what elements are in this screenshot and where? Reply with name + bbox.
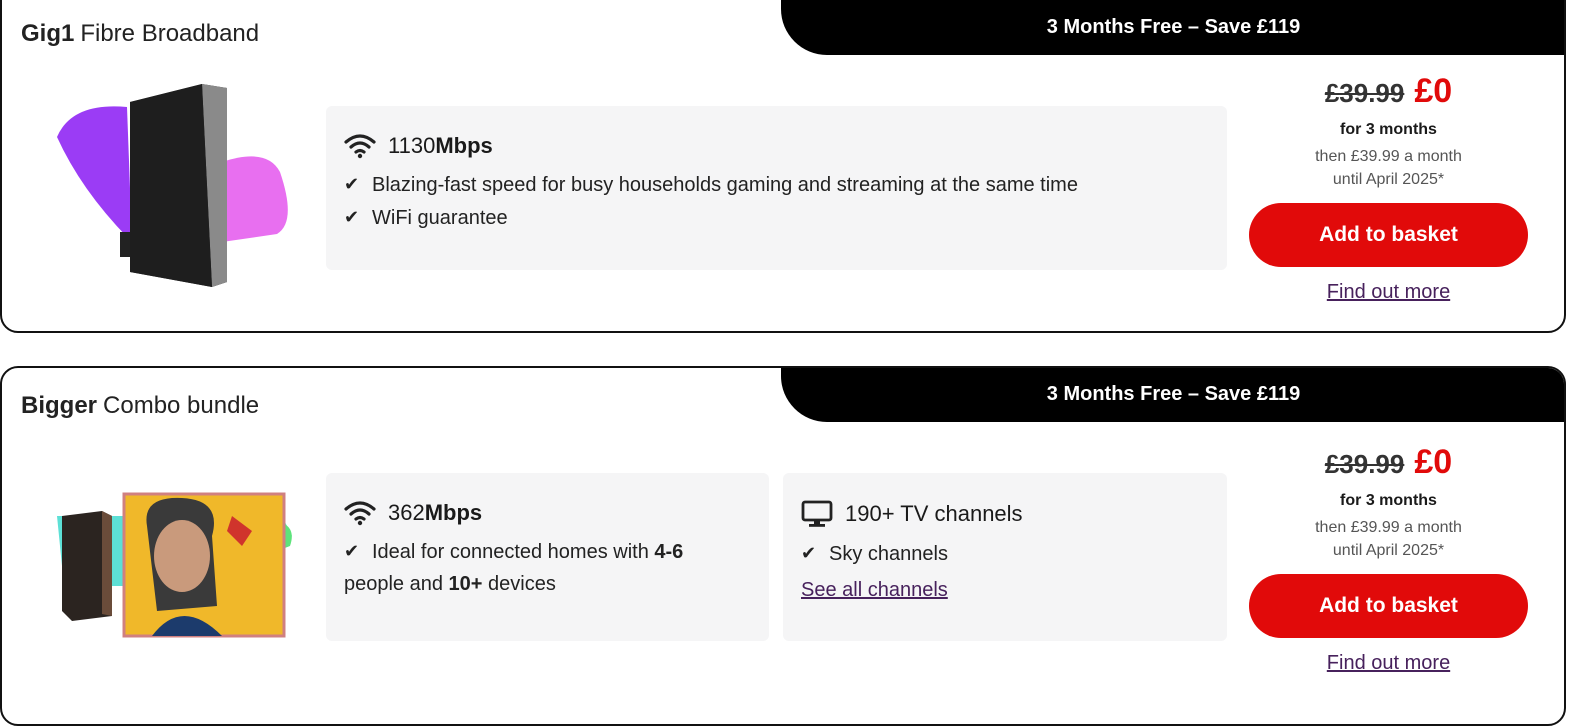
feature-text: people and 10+ devices — [344, 573, 556, 595]
feature-text: WiFi guarantee — [372, 207, 508, 229]
feature-text: Blazing-fast speed for busy households g… — [372, 174, 1078, 196]
offer-duration: for 3 months — [1340, 492, 1437, 509]
find-out-more-link[interactable]: Find out more — [1327, 652, 1450, 675]
price-row: £39.99 £0 — [1249, 72, 1528, 111]
broadband-features: 362Mbps ✔ Ideal for connected homes with… — [326, 473, 769, 641]
check-icon: ✔ — [344, 207, 360, 227]
router-and-tv-image — [57, 492, 292, 638]
add-to-basket-button[interactable]: Add to basket — [1249, 574, 1528, 638]
speed-heading: 362Mbps — [344, 500, 751, 526]
offer-duration: for 3 months — [1340, 121, 1437, 138]
feature-item-continued: people and 10+ devices — [344, 568, 751, 601]
product-card-bigger-combo: 3 Months Free – Save £119 Bigger Combo bu… — [0, 366, 1566, 726]
feature-item: ✔ Ideal for connected homes with 4-6 — [344, 536, 751, 569]
product-card-gig1: 3 Months Free – Save £119 Gig1 Fibre Broa… — [0, 0, 1566, 333]
price-row: £39.99 £0 — [1249, 443, 1528, 482]
see-all-channels-link[interactable]: See all channels — [801, 579, 948, 601]
product-title-bold: Gig1 — [21, 20, 75, 47]
speed-heading: 1130Mbps — [344, 133, 1209, 159]
product-title-rest: Combo bundle — [103, 392, 260, 419]
feature-item: ✔ Blazing-fast speed for busy households… — [344, 169, 1209, 202]
tv-channels-count: 190+ TV channels — [845, 501, 1023, 526]
find-out-more-link[interactable]: Find out more — [1327, 281, 1450, 304]
old-price: £39.99 — [1324, 78, 1405, 108]
feature-item: ✔ WiFi guarantee — [344, 202, 1209, 235]
check-icon: ✔ — [801, 543, 817, 563]
new-price: £0 — [1414, 443, 1453, 481]
speed-value: 362Mbps — [388, 500, 483, 525]
product-title-rest: Fibre Broadband — [80, 20, 260, 47]
check-icon: ✔ — [344, 174, 360, 194]
tv-features: 190+ TV channels ✔ Sky channels See all … — [783, 473, 1227, 641]
promo-banner: 3 Months Free – Save £119 — [781, 0, 1564, 55]
tv-heading: 190+ TV channels — [801, 500, 1209, 528]
feature-text: Sky channels — [829, 543, 948, 565]
product-title-bold: Bigger — [21, 392, 98, 419]
price-column: £39.99 £0 for 3 months then £39.99 a mon… — [1249, 72, 1528, 304]
price-column: £39.99 £0 for 3 months then £39.99 a mon… — [1249, 443, 1528, 675]
price-terms: then £39.99 a month until April 2025* — [1315, 519, 1462, 559]
product-title: Bigger Combo bundle — [21, 392, 259, 420]
tv-icon — [801, 500, 833, 527]
wifi-icon — [344, 501, 376, 526]
wifi-icon — [344, 134, 376, 159]
old-price: £39.99 — [1324, 449, 1405, 479]
product-title: Gig1 Fibre Broadband — [21, 20, 259, 48]
promo-banner: 3 Months Free – Save £119 — [781, 368, 1564, 422]
check-icon: ✔ — [344, 541, 360, 561]
feature-text: Ideal for connected homes with 4-6 — [372, 541, 684, 563]
speed-value: 1130Mbps — [388, 133, 493, 158]
price-terms: then £39.99 a month until April 2025* — [1315, 148, 1462, 188]
new-price: £0 — [1414, 72, 1453, 110]
feature-item: ✔ Sky channels — [801, 538, 1209, 571]
broadband-features: 1130Mbps ✔ Blazing-fast speed for busy h… — [326, 106, 1227, 270]
router-image — [57, 84, 288, 287]
promo-text: 3 Months Free – Save £119 — [1046, 15, 1301, 38]
add-to-basket-button[interactable]: Add to basket — [1249, 203, 1528, 267]
promo-text: 3 Months Free – Save £119 — [1046, 382, 1301, 405]
